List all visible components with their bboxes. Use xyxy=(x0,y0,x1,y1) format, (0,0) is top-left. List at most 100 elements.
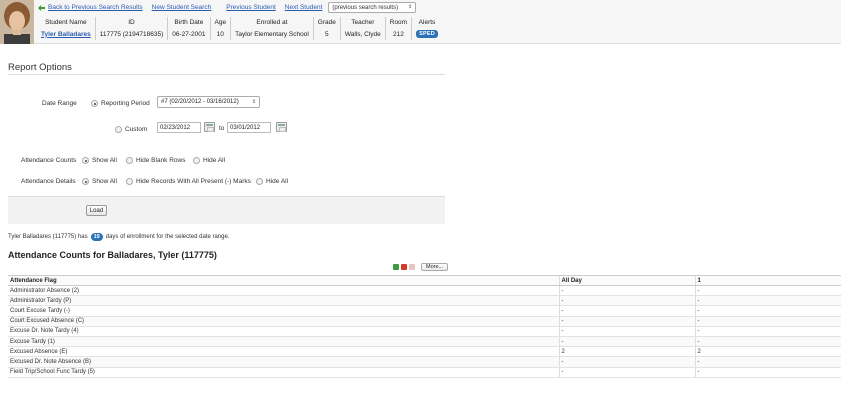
counts-show-all-radio[interactable] xyxy=(82,157,89,164)
table-row: Administrator Tardy (P) - - xyxy=(8,295,841,307)
back-to-search-results-link[interactable]: Back to Previous Search Results xyxy=(48,4,143,11)
custom-label: Custom xyxy=(125,126,148,133)
header-student-name: Student Name xyxy=(37,17,96,28)
load-button[interactable]: Load xyxy=(86,205,107,216)
attendance-counts-table: Attendance Flag All Day 1 Administrator … xyxy=(8,275,841,378)
previous-student-link[interactable]: Previous Student xyxy=(226,4,276,11)
student-teacher: Walls, Clyde xyxy=(340,28,386,40)
pdf-icon[interactable] xyxy=(401,263,407,270)
column-header-period-1: 1 xyxy=(694,275,841,286)
student-room: 212 xyxy=(385,28,413,40)
student-photo xyxy=(0,0,34,44)
student-info-table: Student Name ID Birth Date Age Enrolled … xyxy=(37,17,442,40)
student-select-value: (previous search results) xyxy=(332,4,399,11)
all-day-count-cell: - xyxy=(558,356,695,368)
header-enrolled-at: Enrolled at xyxy=(230,17,314,28)
student-id: 117775 (2194718635) xyxy=(95,28,169,40)
attendance-flag-cell: Field Trip/School Func Tardy (5) xyxy=(8,367,559,378)
export-toolbar: More... xyxy=(393,262,449,271)
period-1-count-cell: - xyxy=(694,356,841,368)
table-row: Court Excused Absence (C) - - xyxy=(8,316,841,327)
student-navigation: Back to Previous Search Results New Stud… xyxy=(38,2,417,13)
sped-alert-badge[interactable]: SPED xyxy=(416,30,438,38)
table-row: Excuse Tardy (1) - - xyxy=(8,336,841,348)
period-1-count-cell[interactable]: 2 xyxy=(694,346,841,358)
details-hide-all-label: Hide All xyxy=(266,178,289,185)
period-1-count-cell: - xyxy=(694,316,841,327)
table-row: Excused Absence (E) 2 2 xyxy=(8,346,841,358)
header-grade: Grade xyxy=(313,17,341,28)
counts-hide-all-radio[interactable] xyxy=(193,157,200,164)
all-day-count-cell: - xyxy=(558,326,695,337)
table-row: Excuse Dr. Note Tardy (4) - - xyxy=(8,326,841,337)
custom-to-date-input[interactable]: 03/01/2012 xyxy=(227,122,271,133)
all-day-count-cell: 2 xyxy=(558,346,695,358)
attendance-flag-cell: Excused Absence (E) xyxy=(8,346,559,358)
attendance-flag-cell: Excuse Dr. Note Tardy (4) xyxy=(8,326,559,337)
header-room: Room xyxy=(385,17,413,28)
student-birth-date: 06-27-2001 xyxy=(167,28,211,40)
help-icon[interactable] xyxy=(409,263,415,270)
load-panel xyxy=(8,196,445,224)
reporting-period-value: #7 (02/20/2012 - 03/16/2012) xyxy=(161,99,239,105)
enrollment-summary: Tyler Balladares (117775) has 19 days of… xyxy=(8,233,229,241)
counts-hide-blank-rows-label: Hide Blank Rows xyxy=(136,157,186,164)
green-arrow-icon xyxy=(38,4,45,11)
more-button[interactable]: More... xyxy=(421,262,449,271)
header-alerts: Alerts xyxy=(418,19,436,26)
student-name-link[interactable]: Tyler Balladares xyxy=(41,31,91,38)
all-day-count-cell: - xyxy=(558,367,695,378)
table-row: Court Excuse Tardy (-) - - xyxy=(8,305,841,317)
counts-hide-blank-rows-radio[interactable] xyxy=(126,157,133,164)
header-teacher: Teacher xyxy=(340,17,386,28)
student-header: Back to Previous Search Results New Stud… xyxy=(0,0,841,44)
details-hide-present-radio[interactable] xyxy=(126,178,133,185)
attendance-flag-cell: Administrator Absence (2) xyxy=(8,285,559,297)
period-1-count-cell: - xyxy=(694,336,841,348)
calendar-icon[interactable] xyxy=(204,122,215,132)
column-header-all-day: All Day xyxy=(558,275,695,286)
all-day-count-cell: - xyxy=(558,285,695,297)
period-1-count-cell: - xyxy=(694,305,841,317)
details-show-all-label: Show All xyxy=(92,178,117,185)
attendance-counts-title: Attendance Counts for Balladares, Tyler … xyxy=(8,250,217,260)
header-birth-date: Birth Date xyxy=(167,17,211,28)
all-day-count-cell: - xyxy=(558,295,695,307)
custom-from-date-input[interactable]: 02/23/2012 xyxy=(157,122,201,133)
header-id: ID xyxy=(95,17,169,28)
reporting-period-radio[interactable] xyxy=(91,100,98,107)
stepper-arrows-icon: ⇕ xyxy=(408,4,413,10)
attendance-flag-cell: Court Excused Absence (C) xyxy=(8,316,559,327)
date-range-label: Date Range xyxy=(42,100,77,107)
counts-show-all-label: Show All xyxy=(92,157,117,164)
counts-hide-all-label: Hide All xyxy=(203,157,226,164)
attendance-flag-cell: Excuse Tardy (1) xyxy=(8,336,559,348)
details-hide-present-label: Hide Records With All Present (-) Marks xyxy=(136,178,251,185)
custom-range-radio[interactable] xyxy=(115,126,122,133)
to-label: to xyxy=(219,125,225,132)
details-show-all-radio[interactable] xyxy=(82,178,89,185)
enrollment-suffix: days of enrollment for the selected date… xyxy=(105,234,230,240)
report-options-title: Report Options xyxy=(8,62,72,73)
attendance-flag-cell: Administrator Tardy (P) xyxy=(8,295,559,307)
details-hide-all-radio[interactable] xyxy=(256,178,263,185)
next-student-link[interactable]: Next Student xyxy=(285,4,323,11)
table-row: Excused Dr. Note Absence (B) - - xyxy=(8,356,841,368)
student-school: Taylor Elementary School xyxy=(230,28,314,40)
reporting-period-select[interactable]: #7 (02/20/2012 - 03/16/2012) ⇕ xyxy=(157,96,260,108)
attendance-flag-cell: Court Excuse Tardy (-) xyxy=(8,305,559,317)
new-student-search-link[interactable]: New Student Search xyxy=(152,4,212,11)
reporting-period-label: Reporting Period xyxy=(101,100,150,107)
attendance-details-label: Attendance Details xyxy=(21,178,76,185)
table-row: Field Trip/School Func Tardy (5) - - xyxy=(8,367,841,378)
student-select[interactable]: (previous search results) ⇕ xyxy=(328,2,417,13)
all-day-count-cell: - xyxy=(558,316,695,327)
divider xyxy=(8,74,445,75)
period-1-count-cell: - xyxy=(694,326,841,337)
excel-icon[interactable] xyxy=(393,263,399,270)
calendar-icon[interactable] xyxy=(276,122,287,132)
student-grade: 5 xyxy=(313,28,341,40)
table-row: Administrator Absence (2) - - xyxy=(8,285,841,297)
attendance-flag-cell: Excused Dr. Note Absence (B) xyxy=(8,356,559,368)
header-age: Age xyxy=(210,17,232,28)
